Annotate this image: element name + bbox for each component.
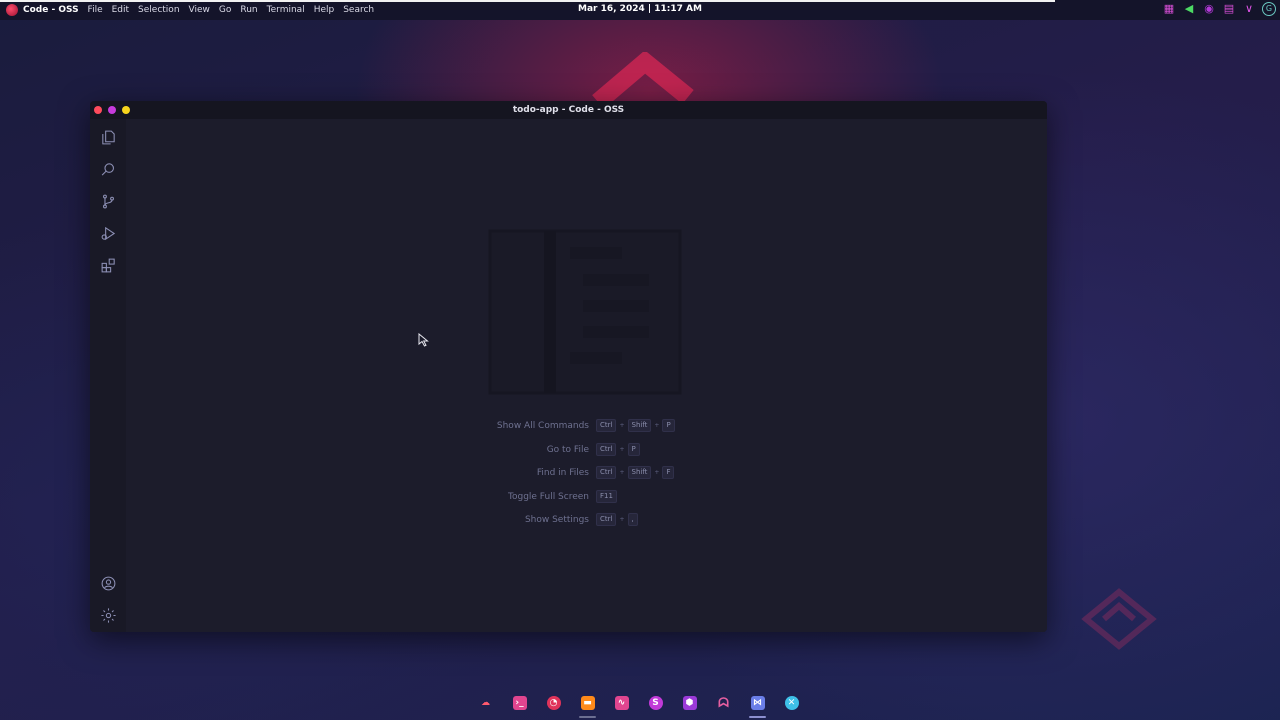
shortcut-label[interactable]: Show All Commands: [497, 421, 589, 431]
running-indicator: [579, 716, 596, 718]
minimize-window-button[interactable]: [108, 106, 116, 114]
dock-item-terminal[interactable]: ›_: [507, 693, 532, 713]
vscode-icon: ⋈: [750, 696, 765, 710]
key-cap: Ctrl: [596, 513, 617, 526]
code-oss-window: todo-app - Code - OSS Show All Commands …: [90, 101, 1047, 632]
dock-item-files[interactable]: ▬: [575, 693, 600, 718]
menu-search[interactable]: Search: [343, 5, 374, 15]
files-icon: ▬: [580, 696, 595, 710]
browser-icon: ◔: [546, 696, 561, 710]
cpu-icon[interactable]: ◉: [1202, 2, 1216, 16]
terminal-icon: ›_: [512, 696, 527, 710]
key-cap: F11: [596, 489, 617, 503]
source-control-icon[interactable]: [98, 191, 118, 211]
key-cap: P: [662, 419, 675, 432]
shortcut-label[interactable]: Go to File: [547, 445, 589, 455]
shortcut-label[interactable]: Show Settings: [525, 515, 589, 525]
key-cap: ,: [627, 513, 638, 526]
apps-icon: ✕: [784, 696, 799, 710]
dock-item-browser[interactable]: ◔: [541, 693, 566, 713]
shortcut-label[interactable]: Find in Files: [537, 468, 589, 478]
menu-terminal[interactable]: Terminal: [267, 5, 305, 15]
dock-item-vscode[interactable]: ⋈: [745, 693, 770, 718]
menu-help[interactable]: Help: [314, 5, 335, 15]
menu-edit[interactable]: Edit: [112, 5, 129, 15]
window-title: todo-app - Code - OSS: [512, 105, 625, 115]
key-cap: P: [627, 442, 640, 456]
activity-bar: [90, 119, 126, 632]
key-cap: F: [662, 466, 675, 479]
dock-item-monitor[interactable]: ∿: [609, 693, 634, 713]
menu-view[interactable]: View: [189, 5, 210, 15]
key-cap: Ctrl: [596, 419, 617, 432]
run-debug-icon[interactable]: [98, 223, 118, 243]
dock-item-apps[interactable]: ✕: [779, 693, 804, 713]
active-app-name[interactable]: Code - OSS: [23, 5, 79, 15]
shortcut-hints: Show All Commands Ctrl + Shift + P Go to F…: [126, 417, 1047, 535]
running-indicator: [749, 716, 766, 718]
distro-logo-icon[interactable]: [6, 4, 18, 16]
dock: ☁ ›_ ◔ ▬ ∿ S ⬢ ᗣ ⋈ ✕: [473, 693, 804, 718]
key-cap: Shift: [627, 419, 652, 432]
menu-run[interactable]: Run: [240, 5, 257, 15]
top-panel: Code - OSS File Edit Selection View Go R…: [0, 0, 1280, 20]
shortcut-keys: Ctrl + Shift + F: [596, 466, 675, 479]
shortcut-keys: Ctrl + ,: [596, 513, 638, 526]
settings-hex-icon: ⬢: [682, 696, 697, 710]
dock-item-settings[interactable]: ⬢: [677, 693, 702, 713]
user-avatar[interactable]: G: [1262, 2, 1276, 16]
store-icon: S: [648, 696, 663, 710]
shortcut-row: Find in Files Ctrl + Shift + F: [126, 464, 1047, 488]
maximize-window-button[interactable]: [122, 106, 130, 114]
panel-highlight-line: [0, 0, 1055, 2]
monitor-icon: ∿: [614, 696, 629, 710]
editor-empty-state: Show All Commands Ctrl + Shift + P Go to F…: [126, 119, 1047, 632]
vscode-watermark-icon: [488, 229, 682, 395]
shortcut-row: Show Settings Ctrl + ,: [126, 511, 1047, 535]
screen-icon[interactable]: ▤: [1222, 2, 1236, 16]
key-cap: Ctrl: [596, 466, 617, 479]
shortcut-row: Go to File Ctrl + P: [126, 441, 1047, 465]
shortcut-row: Toggle Full Screen F11: [126, 488, 1047, 512]
shortcut-row: Show All Commands Ctrl + Shift + P: [126, 417, 1047, 441]
menu-selection[interactable]: Selection: [138, 5, 179, 15]
dock-item-store[interactable]: S: [643, 693, 668, 713]
shortcut-keys: F11: [596, 489, 617, 503]
shortcut-keys: Ctrl + P: [596, 442, 640, 456]
menu-go[interactable]: Go: [219, 5, 231, 15]
settings-gear-icon[interactable]: [98, 605, 118, 625]
wallpaper-logo: [1081, 588, 1157, 650]
accounts-icon[interactable]: [98, 573, 118, 593]
mouse-pointer-icon: [418, 333, 429, 347]
shortcut-label[interactable]: Toggle Full Screen: [508, 492, 589, 502]
menu-file[interactable]: File: [88, 5, 103, 15]
shortcut-keys: Ctrl + Shift + P: [596, 419, 675, 432]
calendar-icon[interactable]: ▦: [1162, 2, 1176, 16]
explorer-icon[interactable]: [98, 127, 118, 147]
cloud-icon: ☁: [481, 698, 490, 708]
key-cap: Shift: [627, 466, 652, 479]
dock-item-ghost[interactable]: ᗣ: [711, 693, 736, 713]
network-icon[interactable]: ∨: [1242, 2, 1256, 16]
ghost-icon: ᗣ: [718, 695, 729, 711]
close-window-button[interactable]: [94, 106, 102, 114]
extensions-icon[interactable]: [98, 255, 118, 275]
search-icon[interactable]: [98, 159, 118, 179]
volume-icon[interactable]: ◀: [1182, 2, 1196, 16]
system-tray: ▦ ◀ ◉ ▤ ∨ G: [1162, 2, 1276, 16]
key-cap: Ctrl: [596, 442, 617, 456]
dock-item-cloud[interactable]: ☁: [473, 693, 498, 713]
window-titlebar[interactable]: todo-app - Code - OSS: [90, 101, 1047, 119]
clock-text[interactable]: Mar 16, 2024 | 11:17 AM: [578, 4, 702, 14]
